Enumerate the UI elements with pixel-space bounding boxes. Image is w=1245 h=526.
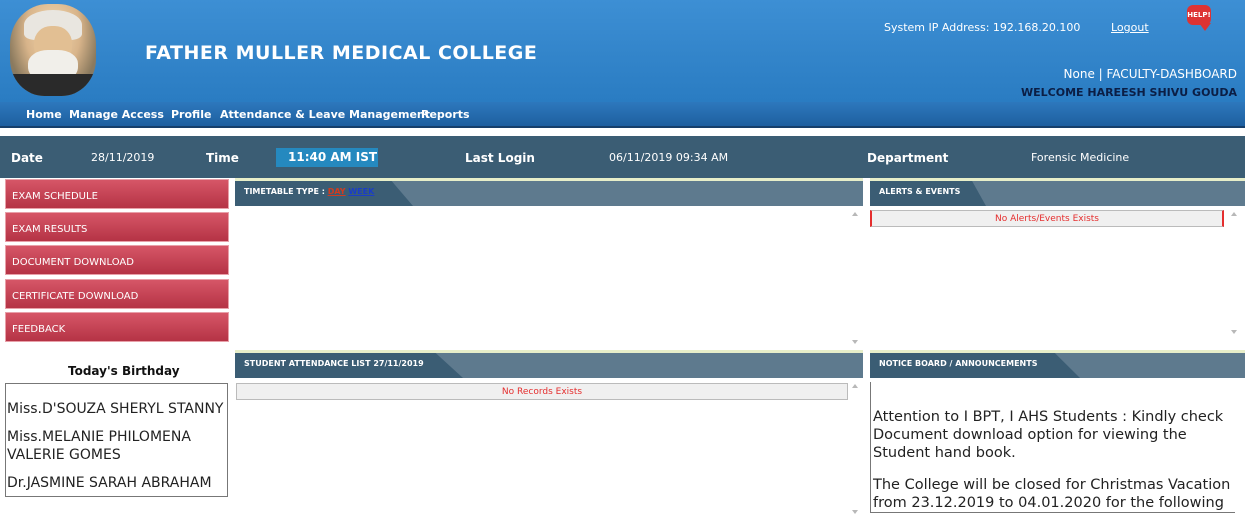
- timetable-panel-header: TIMETABLE TYPE : DAY WEEK: [235, 178, 863, 206]
- birthday-list: Miss.D'SOUZA SHERYL STANNY Miss.MELANIE …: [5, 383, 228, 497]
- feedback-button[interactable]: FEEDBACK: [5, 312, 229, 342]
- department-value: Forensic Medicine: [1031, 151, 1130, 164]
- alerts-empty-message: No Alerts/Events Exists: [870, 210, 1224, 227]
- certificate-download-button[interactable]: CERTIFICATE DOWNLOAD: [5, 279, 229, 309]
- date-value: 28/11/2019: [91, 151, 155, 164]
- exam-results-button[interactable]: EXAM RESULTS: [5, 212, 229, 242]
- menu-manage-access[interactable]: Manage Access: [69, 108, 164, 121]
- logout-link[interactable]: Logout: [1111, 21, 1149, 34]
- alerts-scrollbar[interactable]: [1227, 208, 1242, 338]
- time-label: Time: [206, 151, 239, 165]
- birthday-item: Miss.MELANIE PHILOMENA VALERIE GOMES: [7, 429, 191, 463]
- date-label: Date: [11, 151, 43, 165]
- birthday-item: Dr.JASMINE SARAH ABRAHAM: [7, 475, 212, 491]
- welcome-user: WELCOME HAREESH SHIVU GOUDA: [1021, 86, 1237, 99]
- header-banner: FATHER MULLER MEDICAL COLLEGE System IP …: [0, 0, 1245, 102]
- menu-reports[interactable]: Reports: [421, 108, 470, 121]
- menu-profile[interactable]: Profile: [171, 108, 211, 121]
- notice-panel-header: NOTICE BOARD / ANNOUNCEMENTS: [870, 350, 1245, 378]
- attendance-panel-header: STUDENT ATTENDANCE LIST 27/11/2019: [235, 350, 863, 378]
- menu-attendance-leave[interactable]: Attendance & Leave Management: [220, 108, 430, 121]
- birthday-item: Miss.D'SOUZA SHERYL STANNY: [7, 401, 224, 417]
- timetable-scrollbar[interactable]: [848, 208, 863, 348]
- timetable-week-link[interactable]: WEEK: [348, 187, 374, 196]
- notice-item: Attention to I BPT, I AHS Students : Kin…: [873, 409, 1224, 461]
- help-icon[interactable]: HELP!: [1187, 5, 1211, 32]
- attendance-title: STUDENT ATTENDANCE LIST 27/11/2019: [235, 353, 463, 378]
- last-login-label: Last Login: [465, 151, 535, 165]
- last-login-value: 06/11/2019 09:34 AM: [609, 151, 729, 164]
- document-download-button[interactable]: DOCUMENT DOWNLOAD: [5, 245, 229, 275]
- attendance-empty-message: No Records Exists: [236, 383, 848, 400]
- time-value: 11:40 AM IST: [276, 148, 378, 167]
- college-logo-portrait: [10, 4, 96, 96]
- info-bar: Date 28/11/2019 Time 11:40 AM IST Last L…: [0, 136, 1245, 178]
- main-menu-bar: Home Manage Access Profile Attendance & …: [0, 102, 1245, 128]
- timetable-day-link[interactable]: DAY: [328, 187, 346, 196]
- alerts-title: ALERTS & EVENTS: [870, 181, 986, 206]
- notice-item: The College will be closed for Christmas…: [873, 477, 1231, 511]
- menu-home[interactable]: Home: [26, 108, 62, 121]
- notice-title: NOTICE BOARD / ANNOUNCEMENTS: [870, 353, 1080, 378]
- notice-board-content: Attention to I BPT, I AHS Students : Kin…: [873, 408, 1233, 526]
- attendance-scrollbar[interactable]: [848, 380, 863, 518]
- role-dashboard: None | FACULTY-DASHBOARD: [1063, 67, 1237, 81]
- alerts-panel-header: ALERTS & EVENTS: [870, 178, 1245, 206]
- timetable-tab: TIMETABLE TYPE : DAY WEEK: [235, 181, 413, 206]
- birthday-title: Today's Birthday: [68, 364, 180, 378]
- department-label: Department: [867, 151, 949, 165]
- college-title: FATHER MULLER MEDICAL COLLEGE: [145, 42, 538, 64]
- system-ip-address: System IP Address: 192.168.20.100: [884, 21, 1081, 34]
- exam-schedule-button[interactable]: EXAM SCHEDULE: [5, 179, 229, 209]
